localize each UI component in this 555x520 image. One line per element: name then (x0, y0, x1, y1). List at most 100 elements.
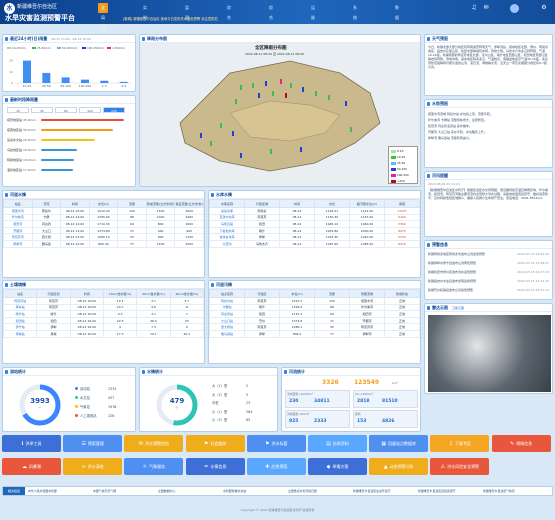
rain-station-marker[interactable] (285, 93, 287, 98)
nav-ops[interactable]: 运维监控 (308, 3, 318, 40)
table-row[interactable]: 伊宁站 伊犁 08-12 16:00 0 7.3 0 (3, 323, 204, 331)
nav-query[interactable]: 综合查询 (224, 3, 234, 40)
rain-station-marker[interactable] (328, 95, 330, 100)
rank-tab[interactable]: 1h (7, 107, 29, 113)
table-cell[interactable]: 大西沟 (209, 239, 245, 248)
rain-station-marker[interactable] (345, 101, 347, 106)
function-button[interactable]: ✚ 应急预案 (246, 458, 306, 475)
related-link[interactable]: 水利部新疆水文站 (223, 487, 246, 495)
table-cell[interactable]: 叶尔羌河 (3, 213, 33, 222)
rank-row[interactable]: 阿勒地区站 18.0mm (7, 158, 135, 168)
table-row[interactable]: 大山口站 巴州 1374.8 71 开都河 正常 (209, 316, 420, 325)
table-row[interactable]: 和田站 和田 08-12 16:00 22.5 46.5 25 (3, 316, 204, 325)
table-row[interactable]: 阿拉尔站 阿克苏 1010.2 120 塔里木河 正常 (209, 297, 420, 305)
table-cell[interactable]: 卡群站 (209, 303, 245, 312)
table-row[interactable]: 同古孜站 和田 1710.3 64 和田河 正常 (209, 310, 420, 318)
gear-icon[interactable]: ⚙ (540, 4, 548, 12)
cloud-sub[interactable]: 卫星云图 (452, 306, 464, 310)
table-cell[interactable]: 库车站 (3, 303, 38, 312)
rank-row[interactable]: 塔普地区站 45.0mm (7, 118, 135, 128)
function-button[interactable]: ☁ 风暴潮 (2, 458, 61, 475)
warning-item[interactable]: 新疆哈密市伊州区发布洪水蓝色预警 2022-07-15 23:27:43 (428, 269, 549, 278)
rain-station-marker[interactable] (280, 79, 282, 84)
table-row[interactable]: 某某水库 阿勒泰 08-12 1144.51 1141.00 17227 (209, 207, 420, 215)
table-cell[interactable]: 和田站 (3, 316, 38, 325)
table-row[interactable]: 克孜尔水库 阿克苏 08-12 1150.30 1147.00 6400 (209, 213, 420, 222)
rain-station-marker[interactable] (200, 133, 202, 138)
function-button[interactable]: ⚠ 洪水风险安全预警 (430, 458, 490, 475)
table-cell[interactable]: 雅马渡站 (209, 329, 245, 338)
nav-warning[interactable]: 监测预警 (182, 3, 192, 40)
rain-station-marker[interactable] (240, 153, 242, 158)
table-row[interactable]: 库车站 阿克苏 08-12 16:00 20.7 4.6 8 (3, 303, 204, 312)
table-row[interactable]: 伊犁河 雅马渡 08-12 12:00 809.40 77 1200 2500 (3, 239, 204, 248)
rank-tab[interactable]: 12h (79, 107, 101, 113)
rain-station-marker[interactable] (235, 99, 237, 104)
table-cell[interactable]: 塔里木河 (3, 207, 33, 215)
nav-data[interactable]: 数据管理 (392, 3, 402, 40)
function-button[interactable]: ℹ 洪旱工具 (2, 435, 61, 452)
table-cell[interactable]: 阿拉尔站 (209, 297, 245, 305)
table-cell[interactable]: 西大桥站 (209, 323, 245, 331)
table-cell[interactable]: 吉林台水库 (209, 233, 245, 241)
rank-row[interactable]: 某某水文站 29.0mm (7, 138, 135, 148)
nav-system[interactable]: 系统管理 (350, 3, 360, 40)
table-cell[interactable]: 塔城站 (3, 329, 38, 338)
function-button[interactable]: ▦ 用量站点数据库 (369, 435, 429, 452)
rain-station-marker[interactable] (220, 123, 222, 128)
rain-station-marker[interactable] (315, 91, 317, 96)
table-cell[interactable]: 同古孜站 (209, 310, 245, 318)
table-row[interactable]: 喀什站 喀什 08-12 16:00 0.3 3.1 7 (3, 310, 204, 318)
rain-station-marker[interactable] (210, 141, 212, 146)
function-button[interactable]: ⇩ 下载专区 (430, 435, 490, 452)
table-cell[interactable]: 阿克苏站 (3, 297, 38, 305)
function-button[interactable]: ☼ 气象服务 (124, 458, 184, 475)
cloud-image[interactable] (428, 315, 551, 392)
rain-station-marker[interactable] (350, 127, 352, 132)
table-row[interactable]: 和田河 同古孜 08-12 14:00 1710.30 64 800 1600 (3, 220, 204, 228)
related-link[interactable]: 中国气象局天气网 (93, 487, 116, 495)
function-button[interactable]: ⚑ 社会服务 (185, 435, 245, 452)
rain-station-marker[interactable] (232, 131, 234, 136)
nav-realtime[interactable]: 实时数据 (140, 3, 150, 40)
rank-tab[interactable]: 6h (55, 107, 77, 113)
related-link[interactable]: 全国数据中心 (158, 487, 175, 495)
table-cell[interactable]: 开都河 (3, 226, 33, 235)
table-cell[interactable]: 伊犁河 (3, 239, 33, 248)
table-row[interactable]: 阿克苏站 阿克苏 08-12 16:00 10.1 3.1 3.7 (3, 297, 204, 305)
function-button[interactable]: ♒ 水情信息 (185, 458, 245, 475)
function-button[interactable]: ◆ 旱情灾害 (308, 458, 367, 475)
table-row[interactable]: 吉林台水库 伊犁 08-12 1415.30 1410.00 5230 (209, 233, 420, 241)
table-row[interactable]: 下坂地水库 喀什 08-12 2932.80 2930.00 8670 (209, 226, 420, 235)
user-icon[interactable] (510, 4, 519, 13)
table-row[interactable]: 卡群站 喀什 1395.6 86 叶尔羌河 正常 (209, 303, 420, 312)
rank-tab[interactable]: 3h (31, 107, 53, 113)
table-row[interactable]: 叶尔羌河 卡群 08-12 14:00 1395.60 86 1000 2400 (3, 213, 204, 222)
table-cell[interactable]: 伊宁站 (3, 323, 38, 331)
rain-station-marker[interactable] (290, 83, 292, 88)
related-link[interactable]: 全国重点水利汛情日报 (288, 487, 317, 495)
rank-row[interactable]: 乌拉地区站 19.0mm (7, 148, 135, 158)
warning-item[interactable]: 新疆伊犁州伊宁县发布山洪黄色预警 2022-07-16 11:48:07 (428, 260, 549, 269)
rank-row[interactable]: 塔西地区站 39.0mm (7, 128, 135, 138)
function-button[interactable]: ✎ 舆情信息 (491, 435, 551, 452)
table-row[interactable]: 开都河 大山口 08-12 13:00 1374.80 71 400 900 (3, 226, 204, 235)
related-link[interactable]: 新疆维吾尔自治区气象局 (483, 487, 515, 495)
rain-station-marker[interactable] (258, 93, 260, 98)
rain-station-marker[interactable] (272, 91, 274, 96)
news-ticker[interactable]: [新闻] 新疆维吾尔自治区 某地今日发布洪水蓝色预警 请注意防范 (123, 16, 218, 21)
table-row[interactable]: 塔城站 塔城 08-12 16:00 17.3 10.1 20.1 (3, 329, 204, 338)
function-button[interactable]: ▲ 动态预警分析 (369, 458, 429, 475)
function-button[interactable]: ≈ 洪水演进 (63, 458, 123, 475)
table-cell[interactable]: 阿克苏河 (3, 233, 33, 241)
table-row[interactable]: 雅马渡站 伊犁 809.4 77 伊犁河 正常 (209, 329, 420, 338)
rain-station-marker[interactable] (302, 87, 304, 92)
nav-display[interactable]: 综合展示 (266, 3, 276, 40)
function-button[interactable]: ✉ 洪水预警短信 (124, 435, 184, 452)
table-cell[interactable]: 某某水库 (209, 207, 245, 215)
function-button[interactable]: ⚑ 洪水标管 (246, 435, 306, 452)
nav-portal[interactable]: 全局门户 (98, 3, 108, 40)
warning-item[interactable]: 新疆阿勒泰地区阿勒泰市发布山洪蓝色预警 2022-07-16 13:52:34 (428, 251, 549, 260)
warning-item[interactable]: 新疆巴州和静县发布山洪蓝色预警 2022-07-15 19:21:11 (428, 287, 549, 296)
warning-item[interactable]: 新疆昌吉州木垒县发布暴雨蓝色预警 2022-07-15 21:32:15 (428, 278, 549, 287)
